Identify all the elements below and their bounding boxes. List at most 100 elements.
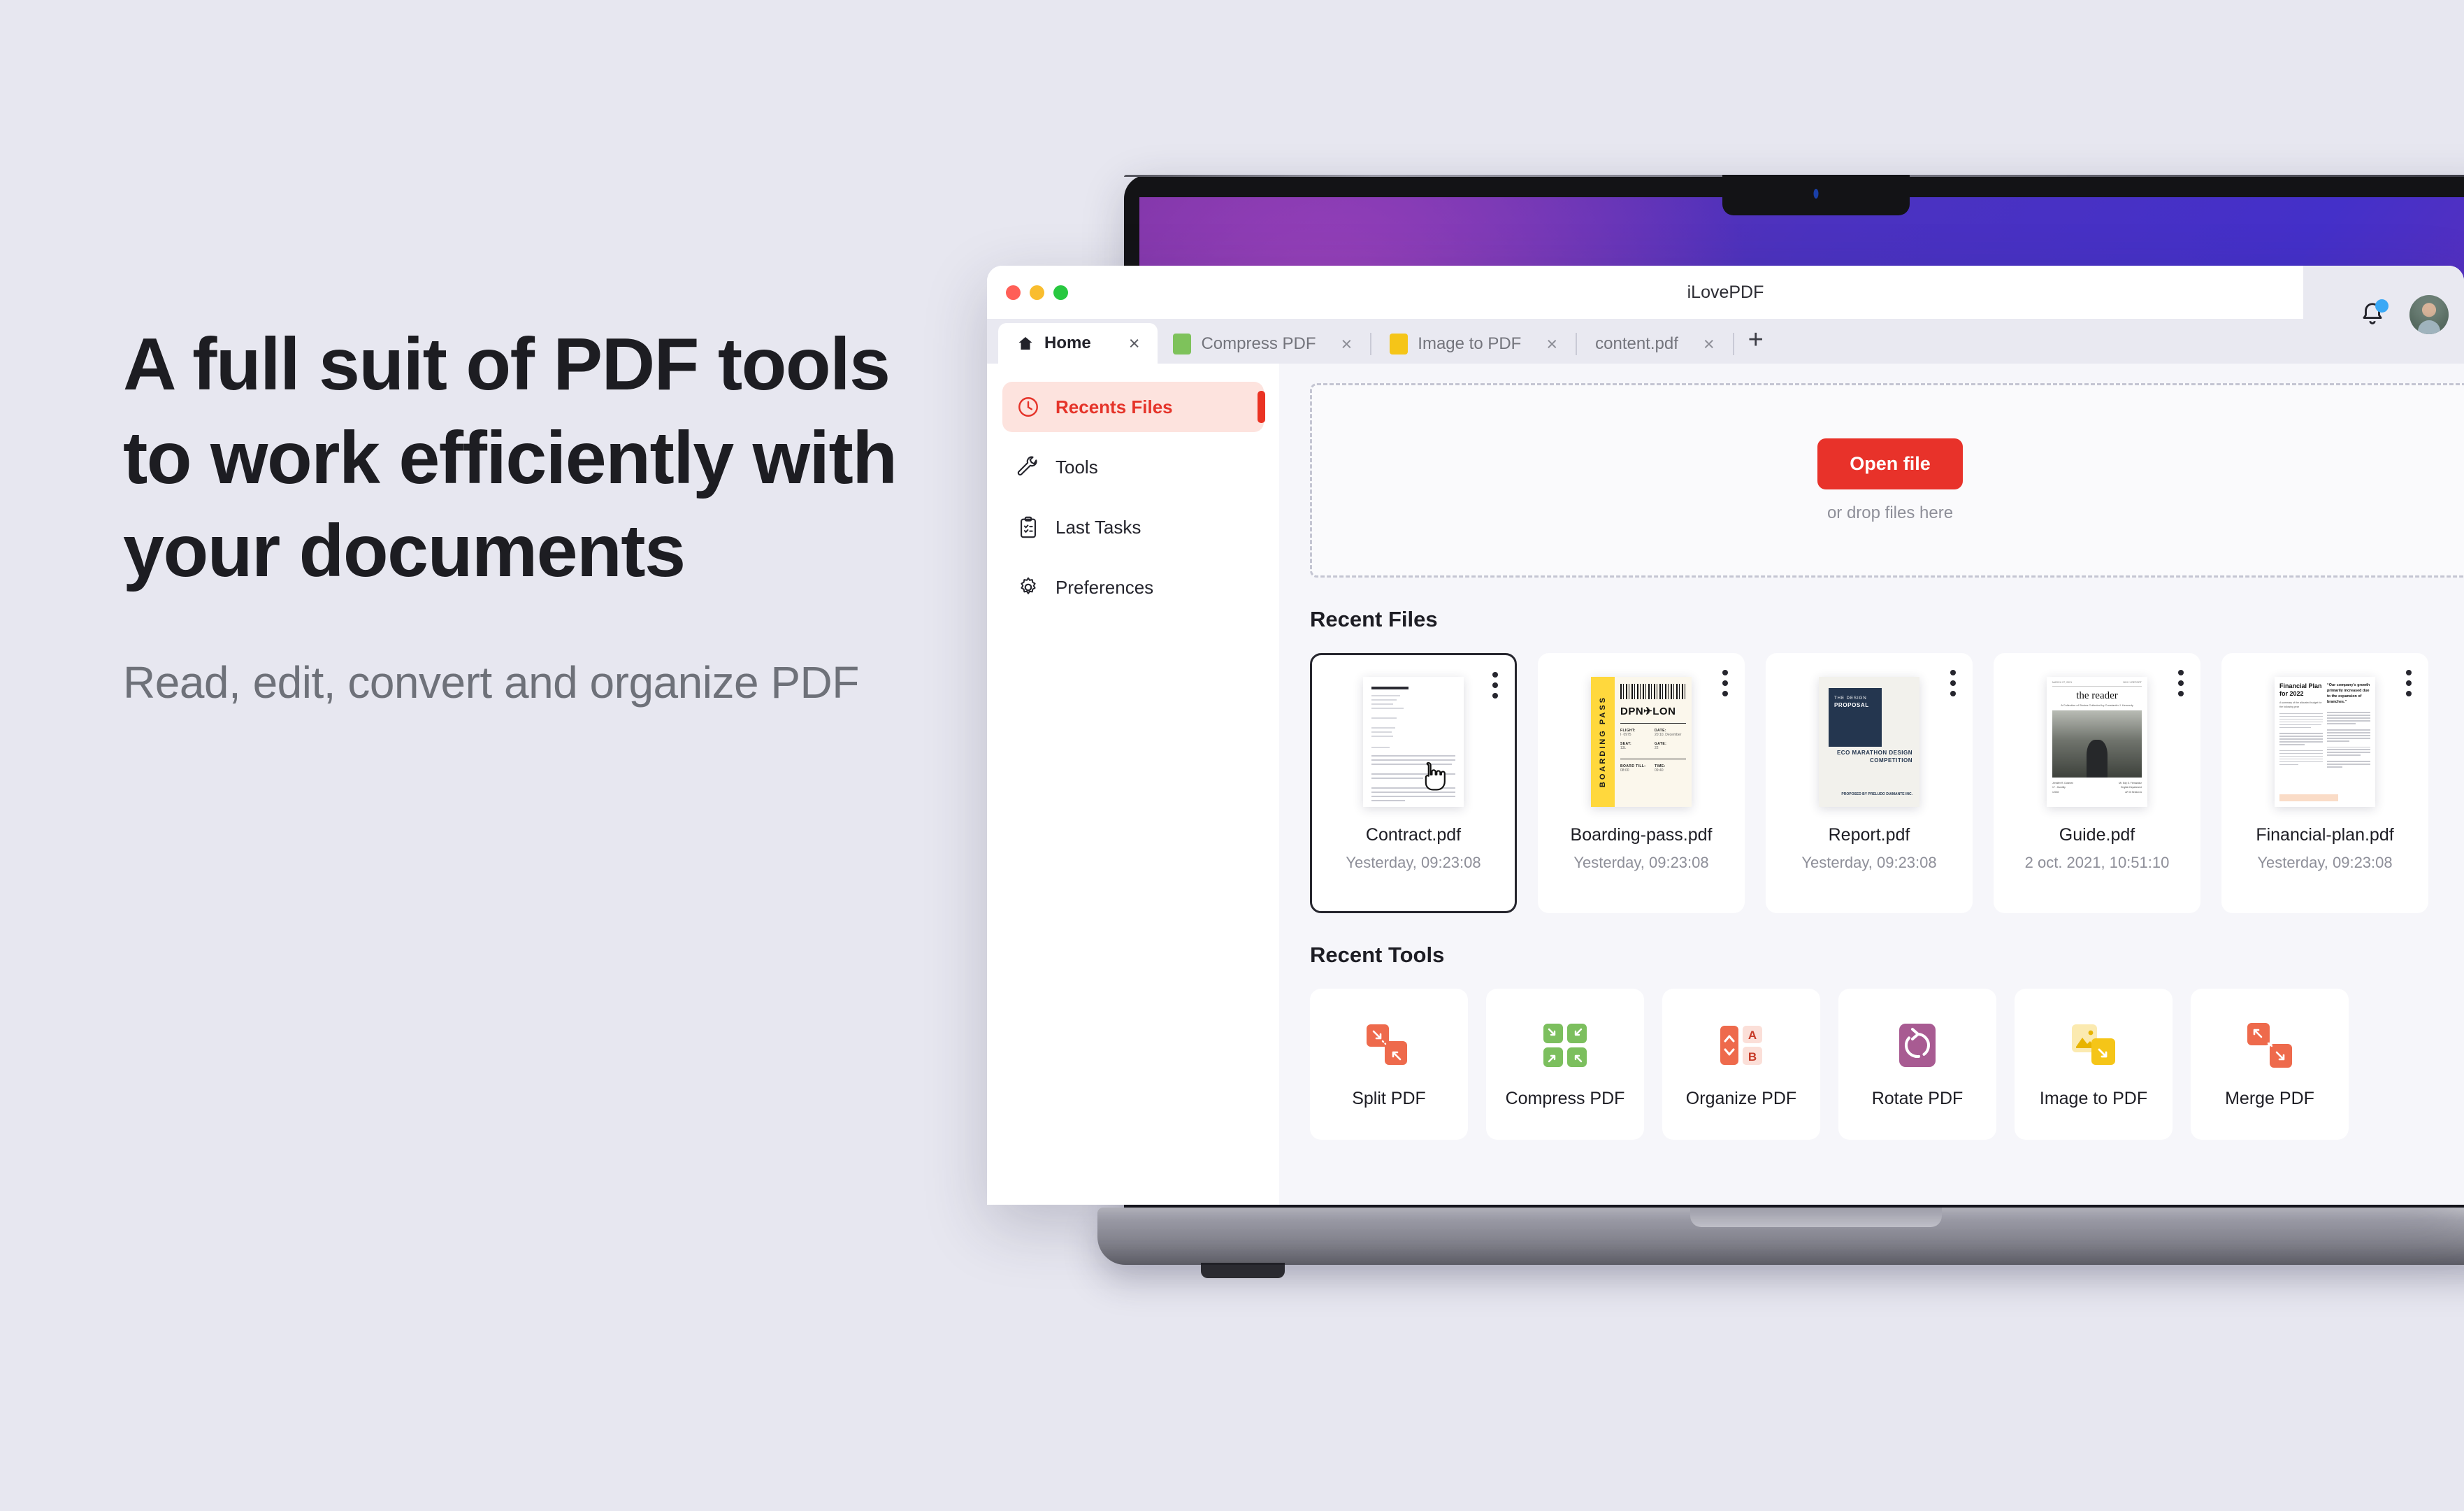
webcam-icon (1813, 189, 1819, 199)
guide-photo (2052, 710, 2142, 778)
bp-field-value: 22 (1655, 746, 1659, 750)
file-thumbnail: MARCH 27, 2021 BOX 1 REPORT the reader A… (2047, 677, 2147, 807)
wrench-icon (1017, 456, 1037, 476)
tab-image-to-pdf[interactable]: Image to PDF × (1374, 324, 1573, 364)
financial-sub: A summary of the allocated budget for th… (2279, 701, 2322, 708)
sidebar-item-tools[interactable]: Tools (1002, 442, 1264, 492)
tool-label: Merge PDF (2225, 1088, 2314, 1108)
sidebar-item-last-tasks[interactable]: Last Tasks (1002, 502, 1264, 552)
file-thumbnail: BOARDING PASS DPN✈LON FLIGHT: I· 0975 DA… (1591, 677, 1692, 807)
marketing-copy: A full suit of PDF tools to work efficie… (123, 318, 906, 712)
new-tab-button[interactable]: + (1737, 325, 1775, 364)
compress-pdf-icon (1543, 1023, 1587, 1067)
sidebar-item-tools-label: Tools (1056, 456, 1098, 478)
avatar[interactable] (2409, 295, 2449, 334)
image-to-pdf-icon (2072, 1024, 2115, 1065)
tab-divider (1370, 333, 1372, 355)
file-card-report[interactable]: THE DESIGN PROPOSAL ECO MARATHON DESIGN … (1766, 653, 1973, 913)
tab-home-label: Home (1044, 334, 1091, 352)
laptop-notch (1722, 175, 1910, 215)
sidebar-item-recents-files[interactable]: Recents Files (1002, 382, 1264, 432)
file-name: Report.pdf (1828, 825, 1910, 845)
file-menu-button[interactable] (2178, 670, 2184, 696)
laptop-base (1097, 1208, 2464, 1265)
file-menu-button[interactable] (1722, 670, 1728, 696)
minimize-window-button[interactable] (1030, 285, 1044, 300)
file-thumbnail: THE DESIGN PROPOSAL ECO MARATHON DESIGN … (1819, 677, 1919, 807)
tool-card-split-pdf[interactable]: Split PDF (1310, 989, 1468, 1140)
report-kicker: THE DESIGN (1834, 696, 1867, 701)
compress-pdf-icon (1173, 334, 1192, 355)
file-card-contract[interactable]: Contract.pdf Yesterday, 09:23:08 (1310, 653, 1517, 913)
tab-divider (1732, 333, 1734, 355)
file-date: Yesterday, 09:23:08 (1346, 854, 1481, 871)
file-menu-button[interactable] (2406, 670, 2412, 696)
report-footer: PROPOSED BY PRELUDO DIAMANTE INC. (1841, 792, 1912, 796)
boarding-pass-route: DPN✈LON (1620, 706, 1676, 717)
window-controls[interactable] (1006, 285, 1068, 300)
file-thumbnail: Financial Plan for 2022 A summary of the… (2275, 677, 2375, 807)
file-dropzone[interactable]: Open file or drop files here (1310, 383, 2464, 578)
tool-label: Image to PDF (2039, 1088, 2148, 1108)
sidebar-item-last-tasks-label: Last Tasks (1056, 516, 1141, 538)
merge-pdf-icon (2247, 1022, 2292, 1068)
clipboard-check-icon (1021, 516, 1036, 538)
notifications-button[interactable] (2359, 299, 2389, 329)
gear-icon (1021, 577, 1036, 594)
file-menu-button[interactable] (1492, 672, 1498, 699)
sidebar-item-preferences[interactable]: Preferences (1002, 562, 1264, 613)
tool-card-organize-pdf[interactable]: A B Organize PDF (1662, 989, 1820, 1140)
tab-image-to-pdf-close-icon[interactable]: × (1546, 334, 1557, 355)
window-titlebar: iLovePDF (987, 266, 2464, 319)
financial-heading: Financial Plan for 2022 (2279, 682, 2322, 697)
tool-card-image-to-pdf[interactable]: Image to PDF (2015, 989, 2173, 1140)
maximize-window-button[interactable] (1053, 285, 1068, 300)
organize-pdf-icon: A B (1720, 1025, 1762, 1065)
tab-strip: Home × Compress PDF × Image to PDF × con… (987, 319, 2464, 364)
file-menu-button[interactable] (1950, 670, 1956, 696)
ilovepdf-app-window: iLovePDF Home × Compress PDF × Image to … (987, 266, 2464, 1205)
close-window-button[interactable] (1006, 285, 1021, 300)
tool-label: Compress PDF (1505, 1088, 1625, 1108)
boarding-pass-strip-label: BOARDING PASS (1599, 696, 1607, 788)
recent-files-list: Contract.pdf Yesterday, 09:23:08 BOARDIN… (1310, 653, 2464, 913)
bp-field-value: 20:10, December (1655, 733, 1682, 737)
tool-card-compress-pdf[interactable]: Compress PDF (1486, 989, 1644, 1140)
file-card-financial-plan[interactable]: Financial Plan for 2022 A summary of the… (2221, 653, 2428, 913)
tool-card-rotate-pdf[interactable]: Rotate PDF (1838, 989, 1996, 1140)
tool-label: Organize PDF (1685, 1088, 1797, 1108)
tool-label: Rotate PDF (1871, 1088, 1964, 1108)
tab-divider (1576, 333, 1578, 355)
bp-field-value: 09:40 (1655, 768, 1664, 773)
file-card-guide[interactable]: MARCH 27, 2021 BOX 1 REPORT the reader A… (1994, 653, 2200, 913)
page-title: A full suit of PDF tools to work efficie… (123, 323, 898, 593)
file-date: Yesterday, 09:23:08 (1573, 854, 1709, 871)
file-card-boarding-pass[interactable]: BOARDING PASS DPN✈LON FLIGHT: I· 0975 DA… (1538, 653, 1745, 913)
recent-tools-list: Split PDF Compress PDF A B Organize PDF … (1310, 989, 2464, 1140)
sidebar-item-recents-files-label: Recents Files (1056, 396, 1173, 417)
guide-top-right: BOX 1 REPORT (2123, 681, 2142, 684)
split-pdf-icon (1367, 1024, 1407, 1065)
tab-compress-pdf-label: Compress PDF (1201, 334, 1316, 353)
tab-home-close-icon[interactable]: × (1129, 333, 1140, 355)
barcode-icon (1620, 684, 1686, 699)
tool-card-merge-pdf[interactable]: Merge PDF (2191, 989, 2349, 1140)
tab-home[interactable]: Home × (998, 323, 1158, 364)
app-title: iLovePDF (1687, 282, 1764, 302)
tab-compress-pdf[interactable]: Compress PDF × (1158, 324, 1367, 364)
recent-tools-heading: Recent Tools (1310, 943, 1445, 967)
sidebar: Recents Files Tools Last Tasks Preferenc… (987, 364, 1279, 1205)
financial-quote: “Our company's growth primarily increase… (2327, 683, 2370, 705)
file-date: Yesterday, 09:23:08 (1801, 854, 1937, 871)
file-name: Contract.pdf (1365, 825, 1462, 845)
file-date: Yesterday, 09:23:08 (2257, 854, 2393, 871)
mouse-cursor-icon (1425, 762, 1446, 791)
tab-content-pdf[interactable]: content.pdf × (1580, 324, 1730, 364)
organize-letter-a: A (1748, 1029, 1757, 1042)
open-file-button[interactable]: Open file (1817, 438, 1963, 489)
clock-icon (1018, 397, 1038, 417)
file-name: Financial-plan.pdf (2256, 825, 2394, 845)
bp-field-value: 08:00 (1620, 768, 1629, 773)
tab-content-pdf-close-icon[interactable]: × (1703, 334, 1715, 355)
tab-compress-pdf-close-icon[interactable]: × (1341, 334, 1353, 355)
